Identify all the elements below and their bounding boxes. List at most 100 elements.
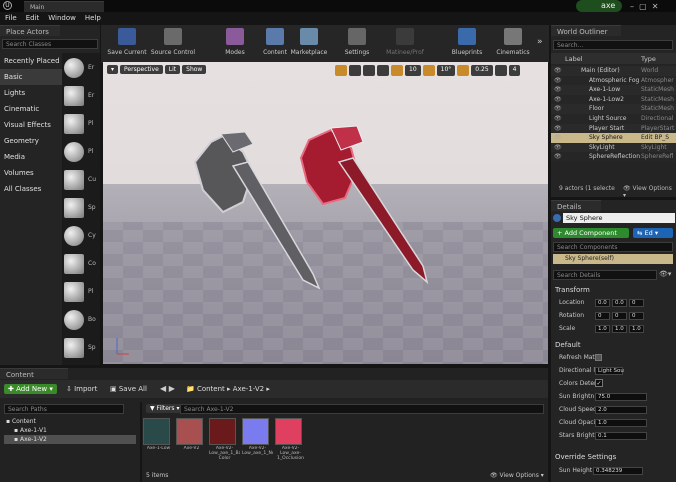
world-icon[interactable] bbox=[377, 65, 389, 76]
add-new-button[interactable]: ✚ Add New ▾ bbox=[4, 384, 57, 394]
category-media[interactable]: Media bbox=[0, 149, 62, 165]
category-all-classes[interactable]: All Classes bbox=[0, 181, 62, 197]
transform-value-field[interactable]: 0 bbox=[629, 312, 644, 320]
toolbar-cinematics-button[interactable]: Cinematics bbox=[489, 27, 537, 61]
asset-tile[interactable]: Axe-V2-Low_axe-1_Occlusion bbox=[275, 418, 306, 468]
self-component-row[interactable]: Sky Sphere(self) bbox=[553, 254, 673, 264]
document-tab[interactable]: Main bbox=[24, 1, 104, 12]
transform-value-field[interactable]: 0 bbox=[595, 312, 610, 320]
search-paths-input[interactable]: Search Paths bbox=[4, 404, 124, 414]
property-value-field[interactable]: 0.1 bbox=[595, 432, 647, 440]
visibility-eye-icon[interactable]: 👁 bbox=[554, 152, 562, 162]
menu-edit[interactable]: Edit bbox=[26, 14, 40, 22]
toolbar-matinee-prof-button[interactable]: Matinee/Prof bbox=[381, 27, 429, 61]
asset-tile[interactable]: Axe-V2-Low_axe_1_Normal bbox=[242, 418, 273, 468]
category-geometry[interactable]: Geometry bbox=[0, 133, 62, 149]
folder-tree-item[interactable]: ▪ Content bbox=[4, 417, 136, 426]
visibility-eye-icon[interactable]: 👁 bbox=[554, 104, 562, 114]
property-value-field[interactable]: 75.0 bbox=[595, 393, 647, 401]
actor-item[interactable]: Er bbox=[64, 84, 98, 108]
outliner-row[interactable]: 👁 Floor StaticMesh bbox=[551, 104, 676, 114]
property-value-field[interactable]: 1.0 bbox=[595, 419, 647, 427]
sun-height-field[interactable]: 0.348239 bbox=[593, 467, 643, 475]
actor-item[interactable]: Cu bbox=[64, 168, 98, 192]
override-header[interactable]: Override Settings bbox=[555, 453, 616, 461]
path-folder[interactable]: Axe-1-V2 bbox=[233, 385, 264, 393]
rotate-icon[interactable] bbox=[349, 65, 361, 76]
category-visual-effects[interactable]: Visual Effects bbox=[0, 117, 62, 133]
transform-value-field[interactable]: 0 bbox=[612, 312, 627, 320]
actor-item[interactable]: Pl bbox=[64, 280, 98, 304]
category-cinematic[interactable]: Cinematic bbox=[0, 101, 62, 117]
asset-tile[interactable]: Axe-1-Low bbox=[143, 418, 174, 468]
default-header[interactable]: Default bbox=[555, 341, 581, 349]
content-browser-tab[interactable]: Content Browser bbox=[0, 368, 68, 387]
outliner-view-options[interactable]: 👁 View Options ▾ bbox=[623, 185, 676, 199]
transform-value-field[interactable]: 1.0 bbox=[595, 325, 610, 333]
visibility-eye-icon[interactable]: 👁 bbox=[554, 114, 562, 124]
asset-tile[interactable]: Axe-V2 bbox=[176, 418, 207, 468]
outliner-row[interactable]: 👁 Axe-1-Low StaticMesh bbox=[551, 85, 676, 95]
outliner-row[interactable]: 👁 SkyLight SkyLight bbox=[551, 142, 676, 153]
outliner-row[interactable]: 👁 Atmospheric Fog Atmospher bbox=[551, 75, 676, 86]
menu-file[interactable]: File bbox=[5, 14, 17, 22]
filters-button[interactable]: ▼ Filters ▾ bbox=[146, 404, 184, 413]
visibility-eye-icon[interactable]: 👁 bbox=[554, 95, 562, 105]
translate-icon[interactable] bbox=[335, 65, 347, 76]
folder-tree-item[interactable]: ▪ Axe-1-V1 bbox=[4, 426, 136, 435]
visibility-eye-icon[interactable]: 👁 bbox=[554, 143, 562, 153]
outliner-row[interactable]: 👁 Axe-1-Low2 StaticMesh bbox=[551, 94, 676, 105]
transform-value-field[interactable]: 0.0 bbox=[595, 299, 610, 307]
camera-speed[interactable]: 4 bbox=[508, 65, 521, 76]
menu-help[interactable]: Help bbox=[85, 14, 101, 22]
scale-snap-icon[interactable] bbox=[457, 65, 470, 76]
path-content[interactable]: Content bbox=[197, 385, 225, 393]
grid-size[interactable]: 10 bbox=[405, 65, 421, 76]
scale-snap[interactable]: 0.25 bbox=[471, 65, 493, 76]
visibility-eye-icon[interactable]: 👁 bbox=[554, 124, 562, 134]
nav-back-forward-icon[interactable]: ◀ ▶ bbox=[160, 384, 175, 393]
label-column-header[interactable]: Label bbox=[565, 55, 583, 63]
edit-blueprint-button[interactable]: ⇆ Ed ▾ bbox=[633, 228, 673, 238]
transform-value-field[interactable]: 0 bbox=[629, 299, 644, 307]
colors-checkbox[interactable]: ✓ bbox=[595, 379, 603, 387]
actor-item[interactable]: Pl bbox=[64, 140, 98, 164]
actor-item[interactable]: Bo bbox=[64, 308, 98, 332]
visibility-eye-icon[interactable]: 👁 bbox=[554, 76, 562, 86]
outliner-search-input[interactable]: Search... bbox=[553, 40, 673, 50]
category-lights[interactable]: Lights bbox=[0, 85, 62, 101]
folder-tree-item[interactable]: ▪ Axe-1-V2 bbox=[4, 435, 136, 444]
details-tab[interactable]: Details bbox=[551, 200, 601, 211]
actor-item[interactable]: Er bbox=[64, 56, 98, 80]
search-classes-input[interactable]: Search Classes bbox=[2, 39, 98, 49]
property-value-field[interactable]: Light Sou bbox=[595, 367, 624, 375]
transform-value-field[interactable]: 1.0 bbox=[612, 325, 627, 333]
rotation-snap[interactable]: 10° bbox=[436, 65, 456, 76]
actor-item[interactable]: Sp bbox=[64, 336, 98, 360]
outliner-row[interactable]: 👁 Main (Editor) World bbox=[551, 66, 676, 76]
transform-header[interactable]: Transform bbox=[555, 286, 590, 294]
outliner-row[interactable]: 👁 Light Source Directional bbox=[551, 113, 676, 124]
object-name-field[interactable]: Sky Sphere bbox=[563, 213, 675, 223]
user-badge[interactable]: axe bbox=[576, 0, 622, 12]
outliner-row[interactable]: 👁 Player Start PlayerStart bbox=[551, 123, 676, 134]
lit-button[interactable]: Lit bbox=[164, 65, 181, 74]
toolbar-source-control-button[interactable]: Source Control bbox=[149, 27, 197, 61]
toolbar-blueprints-button[interactable]: Blueprints bbox=[443, 27, 491, 61]
outliner-row[interactable]: 👁 SphereReflection SphereRefl bbox=[551, 152, 676, 162]
content-view-options[interactable]: 👁 View Options ▾ bbox=[490, 472, 544, 479]
toolbar-overflow-icon[interactable]: » bbox=[537, 37, 543, 47]
search-components-input[interactable]: Search Components bbox=[553, 242, 673, 252]
actor-item[interactable]: Sp bbox=[64, 196, 98, 220]
visibility-eye-icon[interactable]: 👁 bbox=[554, 133, 562, 143]
visibility-eye-icon[interactable]: 👁 bbox=[554, 85, 562, 95]
outliner-row[interactable]: 👁 Sky Sphere Edit BP_S bbox=[551, 133, 676, 143]
add-component-button[interactable]: + Add Component bbox=[553, 228, 629, 238]
menu-window[interactable]: Window bbox=[48, 14, 76, 22]
property-value-field[interactable]: 2.0 bbox=[595, 406, 647, 414]
toolbar-marketplace-button[interactable]: Marketplace bbox=[285, 27, 333, 61]
camera-speed-icon[interactable] bbox=[494, 65, 507, 76]
search-details-input[interactable]: Search Details bbox=[553, 270, 657, 280]
toolbar-settings-button[interactable]: Settings bbox=[333, 27, 381, 61]
actor-item[interactable]: Pl bbox=[64, 112, 98, 136]
